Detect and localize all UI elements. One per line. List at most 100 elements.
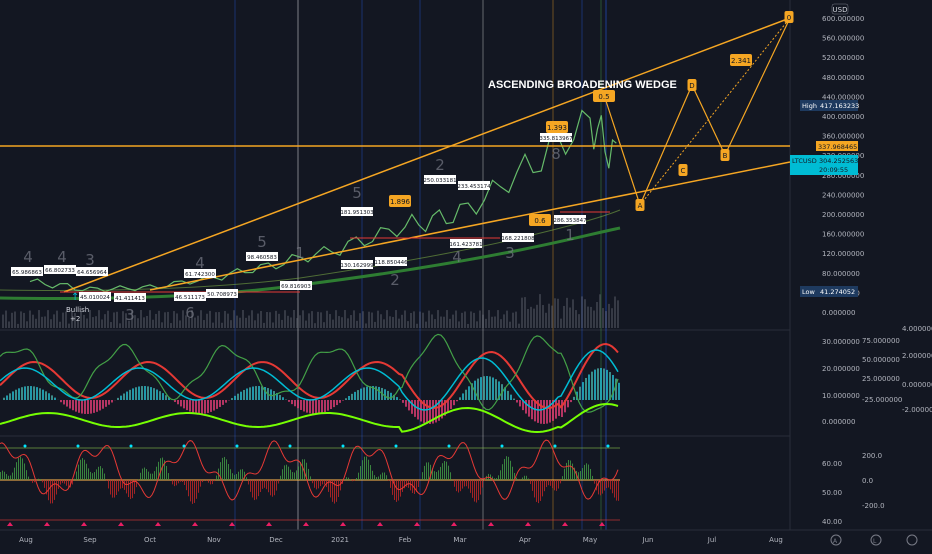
osc2-histogram-bar	[156, 467, 157, 480]
osc2-histogram-bar	[100, 466, 101, 480]
volume-bar	[596, 302, 598, 328]
osc2-histogram-bar	[50, 480, 51, 503]
price-tick-label: 360.000000	[822, 133, 864, 141]
osc2-histogram-bar	[480, 480, 481, 495]
volume-bar	[581, 296, 583, 328]
osc1-histogram-bar	[516, 400, 518, 403]
volume-bar	[593, 310, 595, 328]
osc1-histogram-bar	[240, 392, 242, 400]
osc2-histogram-bar	[188, 480, 189, 496]
osc1-histogram-bar	[570, 400, 572, 402]
osc1-histogram-bar	[21, 387, 23, 400]
osc2-histogram-bar	[508, 457, 509, 480]
volume-bar	[578, 314, 580, 328]
volume-bar	[26, 321, 28, 328]
osc1-histogram-bar	[96, 400, 98, 412]
volume-bar	[107, 311, 109, 328]
osc1-histogram-bar	[270, 389, 272, 400]
volume-bar	[587, 307, 589, 328]
price-tick-label: 400.000000	[822, 113, 864, 121]
osc2-histogram-bar	[288, 467, 289, 480]
osc1-histogram-bar	[30, 386, 32, 400]
volume-bar	[545, 313, 547, 328]
osc2-histogram-bar	[174, 480, 175, 486]
volume-bar	[557, 299, 559, 328]
osc2-histogram-bar	[426, 462, 427, 480]
osc2-histogram-bar	[594, 480, 595, 484]
osc2-histogram-bar	[458, 480, 459, 492]
osc2-histogram-bar	[146, 469, 147, 480]
osc2-histogram-bar	[464, 480, 465, 486]
volume-bar	[362, 311, 364, 328]
osc2-histogram-bar	[374, 475, 375, 480]
osc2-left-tick: 40.00	[822, 518, 842, 526]
osc2-histogram-bar	[78, 465, 79, 480]
volume-bar	[95, 316, 97, 328]
osc2-histogram-bar	[466, 480, 467, 486]
volume-bar	[443, 317, 445, 328]
osc1-histogram-bar	[15, 390, 17, 400]
osc1-histogram-bar	[288, 400, 290, 402]
volume-bar	[344, 310, 346, 328]
osc1-histogram-bar	[51, 395, 53, 400]
osc1-histogram-bar	[411, 400, 413, 414]
volume-bar	[539, 294, 541, 328]
osc1-histogram-bar	[183, 400, 185, 408]
volume-bar	[425, 322, 427, 328]
chart-container[interactable]: ASCENDING BROADENING WEDGE DBCA02.3410.5…	[0, 0, 932, 550]
osc2-histogram-bar	[550, 480, 551, 486]
osc1-histogram-bar	[111, 400, 113, 402]
volume-bar	[155, 314, 157, 328]
volume-bar	[113, 312, 115, 328]
osc2-histogram-bar	[470, 480, 471, 493]
wave-count: 1	[295, 244, 305, 262]
volume-bar	[320, 312, 322, 328]
volume-bar	[23, 313, 25, 328]
osc1-histogram-bar	[510, 395, 512, 400]
osc2-histogram-bar	[108, 480, 109, 488]
osc1-histogram-bar	[450, 400, 452, 409]
osc1-histogram-bar	[33, 386, 35, 400]
osc2-histogram-bar	[376, 477, 377, 480]
high-value: 417.163233	[820, 102, 859, 110]
countdown: 20:09:55	[819, 166, 848, 174]
osc1-histogram-bar	[261, 386, 263, 400]
price-tick-label: 480.000000	[822, 74, 864, 82]
osc2-histogram-bar	[424, 466, 425, 480]
osc2-histogram-bar	[546, 480, 547, 487]
osc1-histogram-bar	[465, 390, 467, 400]
osc2-histogram-bar	[160, 458, 161, 480]
osc1-histogram-bar	[366, 387, 368, 400]
price-label-text: 118.850446	[374, 260, 408, 266]
volume-bar	[308, 313, 310, 328]
osc2-histogram-bar	[206, 480, 207, 481]
osc2-histogram-bar	[254, 480, 255, 500]
osc2-histogram-bar	[348, 478, 349, 480]
osc1-histogram-bar	[609, 372, 611, 400]
volume-bar	[473, 313, 475, 328]
osc2-histogram-bar	[500, 470, 501, 480]
volume-bar	[8, 321, 10, 328]
osc2-histogram-bar	[168, 473, 169, 480]
osc2-dot	[501, 445, 504, 448]
osc1-histogram-bar	[357, 390, 359, 400]
osc2-histogram-bar	[538, 480, 539, 503]
osc2-histogram-bar	[214, 480, 215, 481]
volume-bar	[161, 322, 163, 328]
osc2-histogram-bar	[246, 477, 247, 480]
osc2-histogram-bar	[186, 480, 187, 490]
osc2-histogram-bar	[338, 480, 339, 497]
volume-bar	[482, 315, 484, 328]
osc2-histogram-bar	[148, 472, 149, 480]
volume-bar	[413, 311, 415, 328]
volume-bar	[410, 313, 412, 328]
osc2-histogram-bar	[42, 480, 43, 482]
osc2-histogram-bar	[616, 480, 617, 501]
time-tick-label: Oct	[144, 536, 156, 544]
osc1-histogram-bar	[123, 394, 125, 400]
volume-bar	[389, 316, 391, 328]
volume-bar	[341, 317, 343, 328]
chart-svg[interactable]: ASCENDING BROADENING WEDGE DBCA02.3410.5…	[0, 0, 932, 550]
osc1-histogram-bar	[117, 398, 119, 400]
osc1-histogram-bar	[225, 400, 227, 403]
